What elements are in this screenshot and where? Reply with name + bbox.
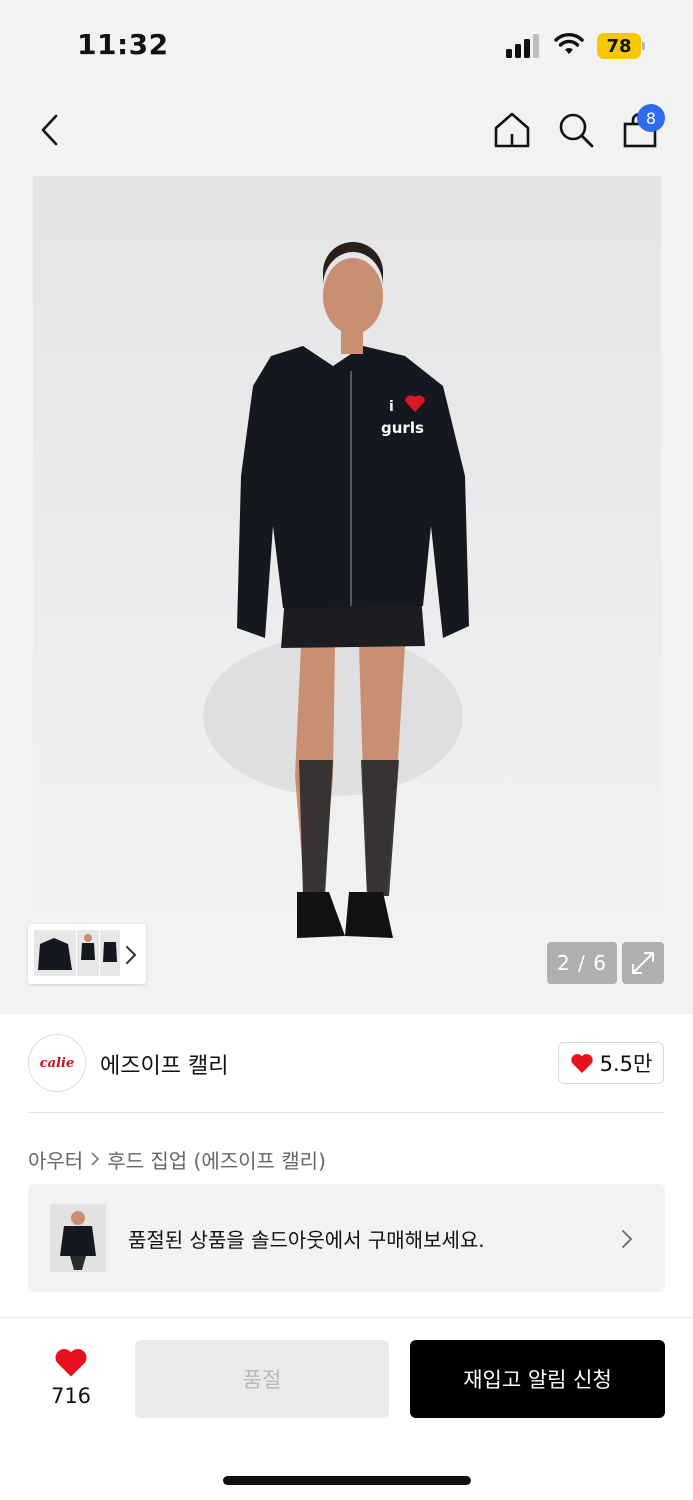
soldout-marketplace-banner[interactable]: 품절된 상품을 솔드아웃에서 구매해보세요.: [28, 1184, 665, 1292]
heart-icon: [55, 1349, 87, 1377]
expand-arrows-icon: [632, 952, 654, 974]
product-photo[interactable]: i gurls: [33, 176, 661, 1014]
thumbnail-2[interactable]: [77, 930, 99, 976]
wishlist-button[interactable]: 716: [40, 1342, 102, 1412]
breadcrumb-category[interactable]: 아우터: [28, 1145, 83, 1174]
svg-text:gurls: gurls: [381, 419, 424, 437]
wishlist-count: 716: [50, 1384, 92, 1408]
brand-name-link[interactable]: 에즈이프 캘리: [100, 1048, 228, 1080]
home-icon: [494, 112, 530, 148]
model-illustration: i gurls: [203, 242, 469, 938]
soldout-button: 품절: [135, 1340, 389, 1418]
svg-text:i: i: [389, 399, 394, 415]
banner-text: 품절된 상품을 솔드아웃에서 구매해보세요.: [128, 1228, 485, 1252]
cart-count-badge: 8: [637, 104, 665, 132]
clock: 11:32: [77, 28, 169, 61]
battery-icon: 78: [597, 33, 647, 59]
chevron-left-icon: [41, 114, 58, 146]
product-gallery[interactable]: i gurls: [0, 176, 693, 1014]
banner-product-thumbnail: [50, 1204, 106, 1272]
top-nav-bar: [0, 92, 693, 176]
wifi-icon: [554, 32, 584, 60]
thumbnail-3[interactable]: [100, 930, 120, 976]
thumbnail-1[interactable]: [34, 930, 76, 976]
brand-row: calie 에즈이프 캘리 5.5만: [0, 1014, 693, 1114]
restock-alert-button[interactable]: 재입고 알림 신청: [410, 1340, 665, 1418]
expand-button[interactable]: [622, 942, 664, 984]
breadcrumb: 아우터 후드 집업 (에즈이프 캘리): [28, 1145, 326, 1174]
search-button[interactable]: [552, 106, 600, 154]
breadcrumb-subcategory[interactable]: 후드 집업 (에즈이프 캘리): [107, 1145, 326, 1174]
search-icon: [559, 113, 594, 148]
back-button[interactable]: [26, 106, 74, 154]
thumbnail-next-button[interactable]: [124, 944, 138, 970]
brand-like-button[interactable]: 5.5만: [558, 1042, 664, 1084]
chevron-right-icon: [620, 1228, 634, 1254]
battery-level: 78: [597, 33, 641, 59]
breadcrumb-separator-icon: [90, 1148, 100, 1172]
brand-like-count: 5.5만: [599, 1052, 653, 1076]
status-bar: 11:32 78: [0, 0, 693, 92]
divider: [28, 1112, 665, 1113]
brand-logo[interactable]: calie: [28, 1034, 86, 1092]
bottom-bar-divider: [0, 1317, 693, 1318]
home-indicator: [223, 1476, 471, 1485]
heart-icon: [570, 1054, 593, 1073]
home-button[interactable]: [488, 106, 536, 154]
chevron-right-icon: [126, 946, 137, 964]
brand-logo-text: calie: [39, 1055, 75, 1071]
image-counter: 2 / 6: [547, 942, 617, 984]
cellular-signal-icon: [506, 34, 542, 58]
